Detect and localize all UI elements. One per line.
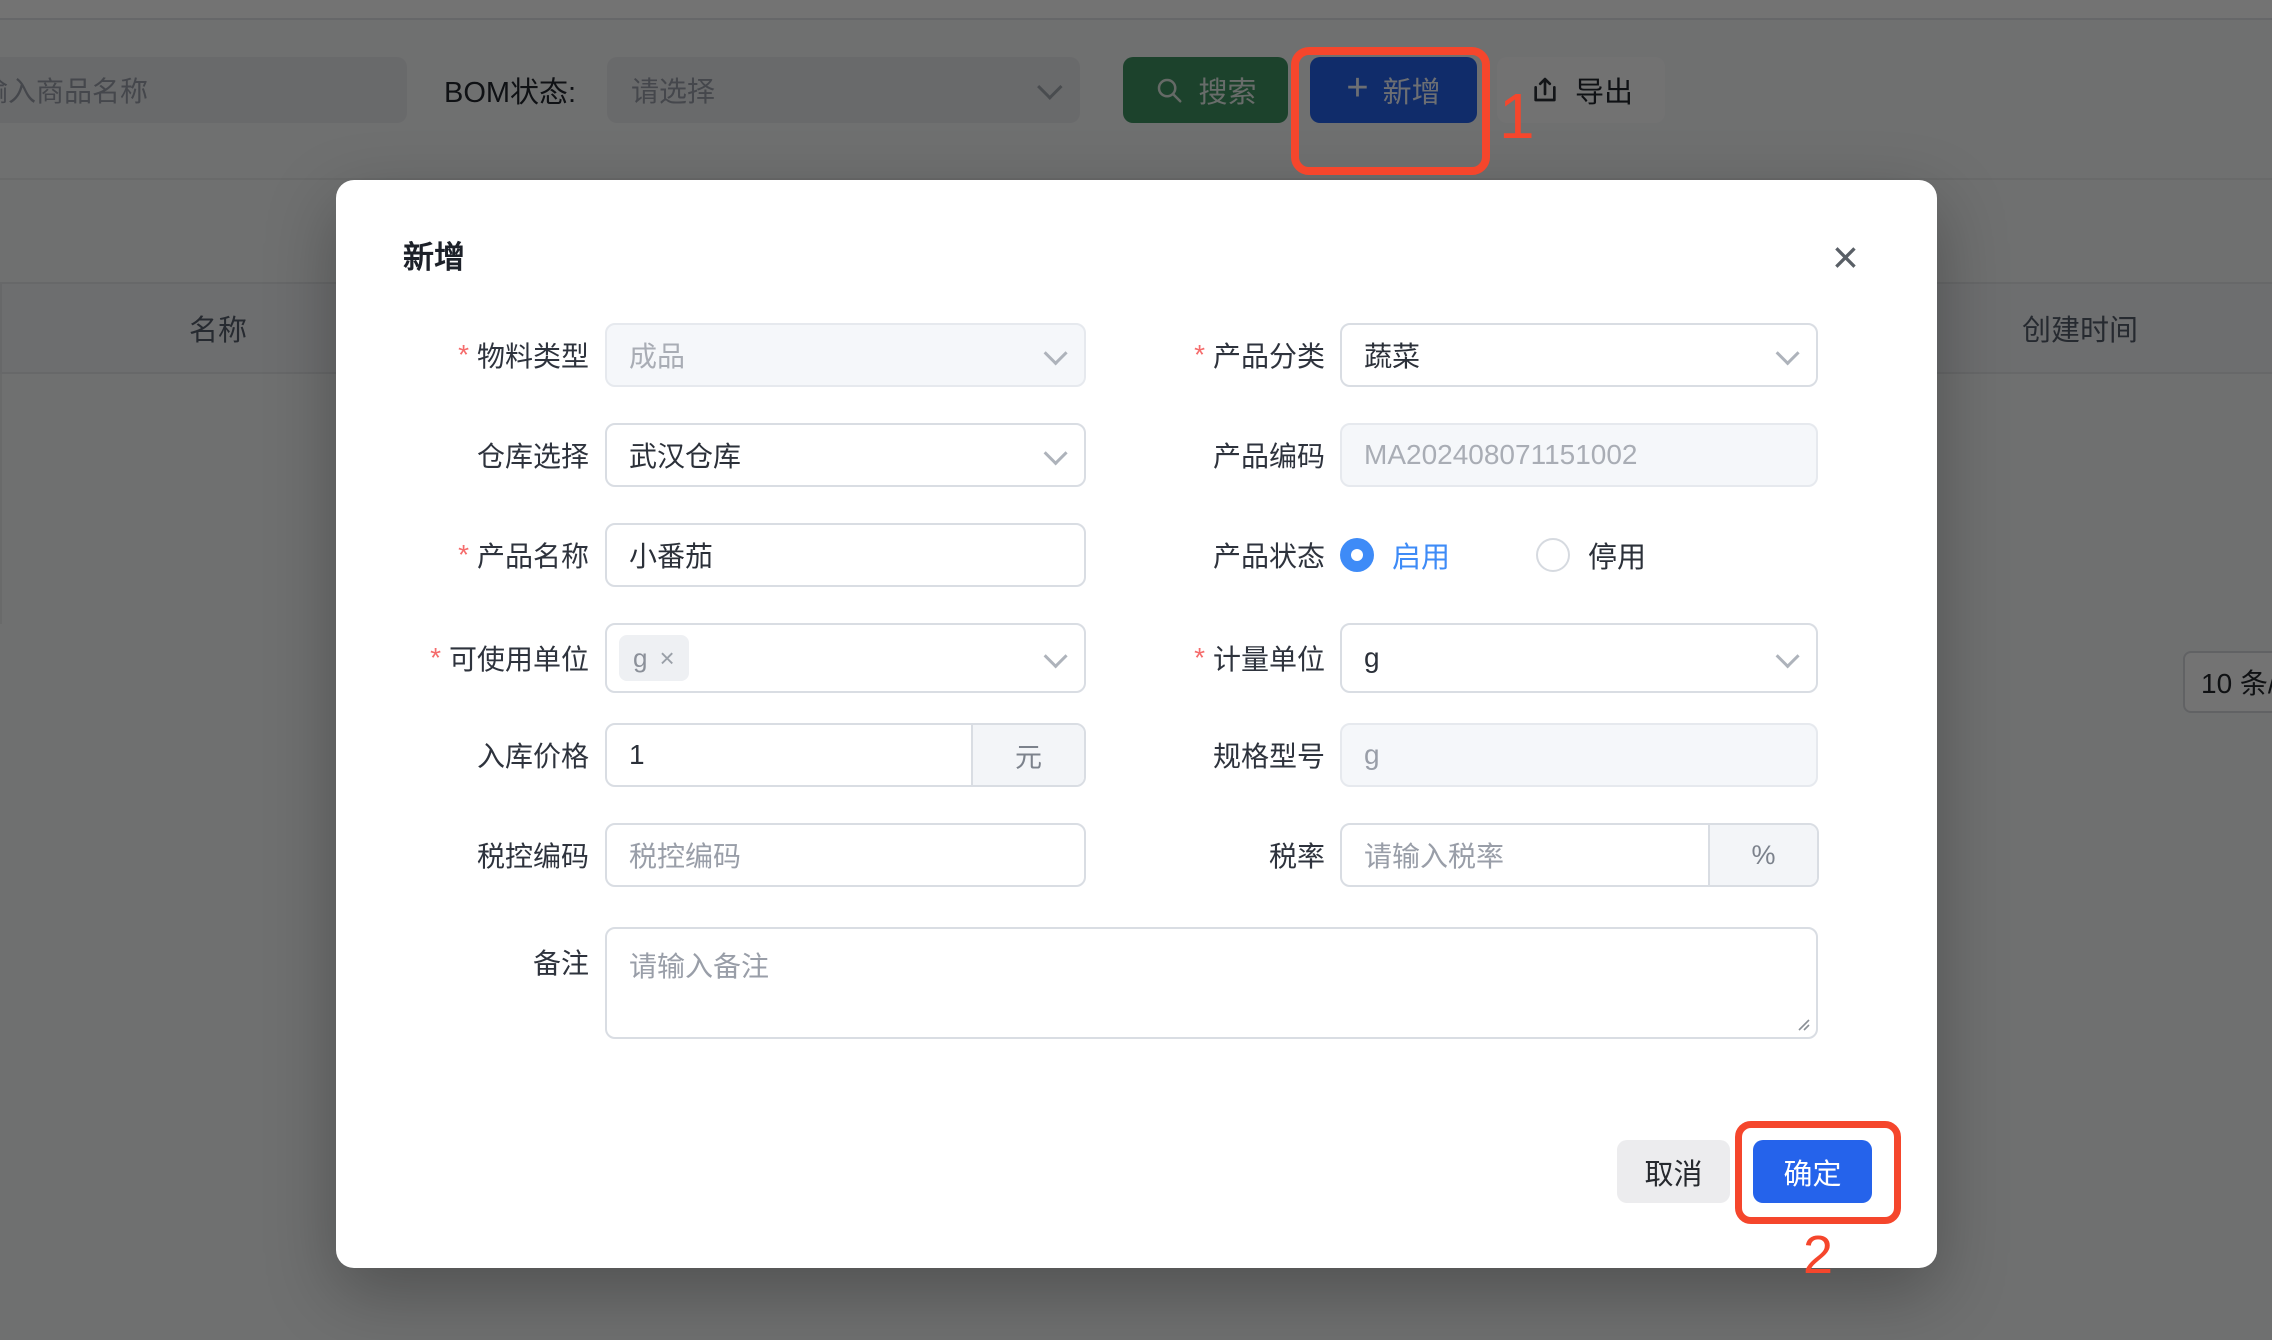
required-mark: * — [1194, 642, 1205, 674]
resize-handle-icon[interactable] — [1794, 1015, 1810, 1031]
field-label-product-category: * 产品分类 — [1076, 323, 1325, 387]
material-type-select[interactable]: 成品 — [605, 323, 1086, 387]
field-label-measure-unit: * 计量单位 — [1076, 623, 1325, 693]
tax-rate-input[interactable]: 请输入税率 % — [1340, 823, 1819, 887]
field-label-tax-rate: 税率 — [1076, 823, 1325, 887]
warehouse-select[interactable]: 武汉仓库 — [605, 423, 1086, 487]
inbound-price-value[interactable]: 1 — [607, 725, 971, 785]
product-name-input[interactable]: 小番茄 — [605, 523, 1086, 587]
spec-model-placeholder: g — [1364, 739, 1380, 771]
tax-rate-placeholder: 请输入税率 — [1364, 835, 1504, 875]
cancel-button[interactable]: 取消 — [1617, 1140, 1730, 1203]
remark-placeholder: 请输入备注 — [629, 951, 769, 982]
required-mark: * — [458, 339, 469, 371]
unit-tag: g × — [619, 635, 689, 681]
product-status-radio-group: 启用 停用 — [1340, 523, 1646, 587]
screen: 输入商品名称 BOM状态: 请选择 搜索 + 新增 导出 名称 创建时间 10 … — [0, 0, 2272, 1340]
annotation-number-2: 2 — [1791, 1228, 1845, 1282]
required-mark: * — [1194, 339, 1205, 371]
chevron-down-icon — [1044, 441, 1068, 465]
tax-code-input[interactable]: 税控编码 — [605, 823, 1086, 887]
field-label-product-code: 产品编码 — [1076, 423, 1325, 487]
spec-model-input[interactable]: g — [1340, 723, 1818, 787]
field-label-material-type: * 物料类型 — [336, 323, 589, 387]
tax-code-placeholder: 税控编码 — [629, 835, 741, 875]
unit-tag-label: g — [633, 643, 647, 674]
field-label-spec-model: 规格型号 — [1076, 723, 1325, 787]
measure-unit-value: g — [1364, 642, 1380, 674]
field-label-warehouse: 仓库选择 — [336, 423, 589, 487]
field-label-inbound-price: 入库价格 — [336, 723, 589, 787]
radio-disabled[interactable] — [1536, 538, 1570, 572]
annotation-box-step1 — [1291, 47, 1490, 175]
product-category-select[interactable]: 蔬菜 — [1340, 323, 1818, 387]
chevron-down-icon — [1776, 341, 1800, 365]
field-label-tax-code: 税控编码 — [336, 823, 589, 887]
material-type-value: 成品 — [629, 335, 685, 375]
product-name-value: 小番茄 — [629, 535, 713, 575]
required-mark: * — [458, 539, 469, 571]
inbound-price-input[interactable]: 1 元 — [605, 723, 1086, 787]
product-code-input[interactable]: MA202408071151002 — [1340, 423, 1818, 487]
warehouse-value: 武汉仓库 — [629, 435, 741, 475]
remark-textarea[interactable]: 请输入备注 — [605, 927, 1818, 1039]
radio-disabled-label[interactable]: 停用 — [1588, 534, 1646, 576]
required-mark: * — [430, 642, 441, 674]
radio-enabled-label[interactable]: 启用 — [1392, 534, 1450, 576]
radio-enabled[interactable] — [1340, 538, 1374, 572]
chevron-down-icon — [1044, 341, 1068, 365]
field-label-product-status: 产品状态 — [1076, 523, 1325, 587]
dialog-title: 新增 — [403, 232, 465, 277]
usable-unit-multiselect[interactable]: g × — [605, 623, 1086, 693]
field-label-remark: 备注 — [336, 927, 589, 997]
close-icon[interactable]: × — [1832, 230, 1859, 284]
field-label-product-name: * 产品名称 — [336, 523, 589, 587]
chevron-down-icon — [1776, 644, 1800, 668]
measure-unit-select[interactable]: g — [1340, 623, 1818, 693]
inbound-price-unit-suffix: 元 — [971, 725, 1084, 785]
add-dialog: 新增 × * 物料类型 成品 * 产品分类 蔬菜 仓库选择 武汉仓库 产品编码 — [336, 180, 1937, 1268]
tag-remove-icon[interactable]: × — [659, 645, 674, 671]
annotation-number-1: 1 — [1499, 84, 1535, 148]
chevron-down-icon — [1044, 644, 1068, 668]
field-label-usable-unit: * 可使用单位 — [336, 623, 589, 693]
annotation-box-step2 — [1735, 1121, 1901, 1224]
tax-rate-percent-suffix: % — [1708, 825, 1817, 885]
product-category-value: 蔬菜 — [1364, 335, 1420, 375]
product-code-value: MA202408071151002 — [1364, 439, 1638, 471]
